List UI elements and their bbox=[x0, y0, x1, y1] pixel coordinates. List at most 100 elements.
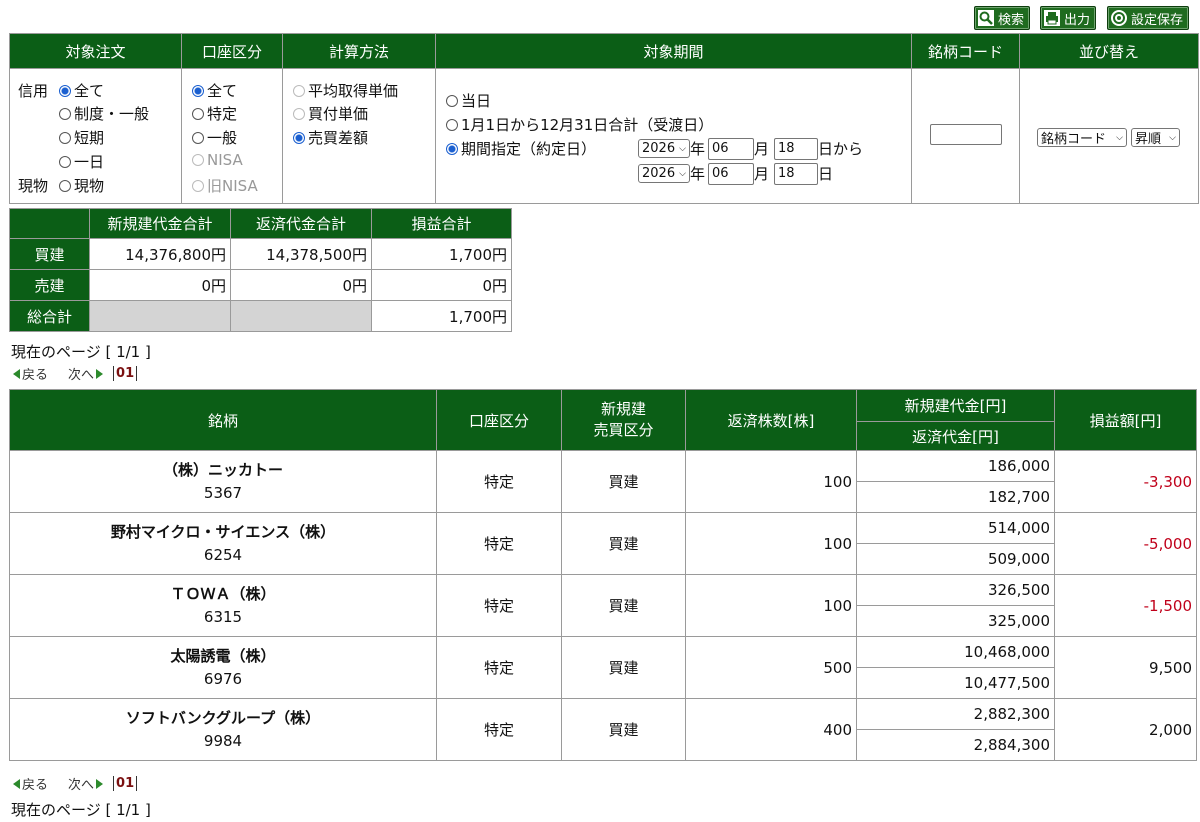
account-value: 特定 bbox=[436, 512, 562, 575]
target-spot-radio[interactable]: 現物 bbox=[59, 175, 104, 196]
pl-value: -3,300 bbox=[1054, 450, 1197, 513]
from-month-input[interactable]: 06 bbox=[708, 138, 754, 160]
summary-row-sell: 売建 0円 0円 0円 bbox=[9, 269, 512, 301]
sort-order-select[interactable]: 昇順 ⌵ bbox=[1131, 128, 1180, 147]
period-range-radio[interactable]: 期間指定（約定日） bbox=[446, 138, 596, 159]
save-settings-label: 設定保存 bbox=[1131, 12, 1184, 28]
account-tokutei-radio[interactable]: 特定 bbox=[192, 103, 237, 124]
stock-name[interactable]: 太陽誘電（株） bbox=[11, 645, 435, 668]
open-value: 514,000 bbox=[856, 512, 1055, 544]
from-year-select[interactable]: 2026 ⌵ bbox=[638, 139, 690, 158]
stock-code: 6254 bbox=[203, 545, 243, 564]
col-open: 新規建代金[円] bbox=[856, 389, 1055, 422]
chevron-down-icon: ⌵ bbox=[679, 143, 686, 154]
from-month-unit: 月 bbox=[754, 140, 770, 158]
calc-purchase-radio[interactable]: 買付単価 bbox=[293, 103, 368, 124]
summary-open-total: 14,376,800円 bbox=[89, 238, 231, 270]
pl-value: -1,500 bbox=[1054, 574, 1197, 637]
summary-pl-total: 1,700円 bbox=[371, 238, 512, 270]
target-all-radio[interactable]: 全て bbox=[59, 80, 104, 101]
to-year-unit: 年 bbox=[690, 165, 706, 183]
table-row: ＴＯＷＡ（株） 6315 特定 買建 100 326,500 -1,500 bbox=[9, 574, 1197, 637]
magnifier-icon bbox=[978, 10, 994, 26]
period-cell: 当日 1月1日から12月31日合計（受渡日） 期間指定（約定日） 2026 ⌵ 年… bbox=[435, 68, 912, 204]
sort-cell: 銘柄コード ⌵ 昇順 ⌵ bbox=[1019, 68, 1199, 204]
pl-value: 9,500 bbox=[1054, 636, 1197, 699]
stock-cell: ＴＯＷＡ（株） 6315 bbox=[9, 574, 437, 637]
code-input[interactable] bbox=[930, 124, 1002, 145]
close-value: 325,000 bbox=[856, 605, 1055, 637]
output-button[interactable]: 出力 bbox=[1040, 6, 1097, 30]
qty-value: 400 bbox=[685, 698, 857, 761]
account-nisa-radio[interactable]: NISA bbox=[192, 151, 243, 169]
stock-name[interactable]: （株）ニッカトー bbox=[11, 459, 435, 482]
chevron-down-icon: ⌵ bbox=[1169, 132, 1176, 143]
next-link[interactable]: 次へ bbox=[68, 774, 94, 793]
stock-code: 6315 bbox=[203, 607, 243, 626]
stock-code: 9984 bbox=[203, 731, 243, 750]
chevron-down-icon: ⌵ bbox=[1116, 132, 1123, 143]
summary-row-grand: 総合計 1,700円 bbox=[9, 300, 512, 332]
table-row: 太陽誘電（株） 6976 特定 買建 500 10,468,000 9,500 bbox=[9, 636, 1197, 699]
search-button[interactable]: 検索 bbox=[974, 6, 1031, 30]
target-seido-radio[interactable]: 制度・一般 bbox=[59, 103, 149, 124]
header-target-order: 対象注文 bbox=[9, 33, 182, 69]
open-value: 326,500 bbox=[856, 574, 1055, 606]
next-link[interactable]: 次へ bbox=[68, 364, 94, 383]
next-arrow-icon bbox=[96, 778, 107, 789]
summary-open-total: 0円 bbox=[89, 269, 231, 301]
account-value: 特定 bbox=[436, 698, 562, 761]
summary-row-label: 買建 bbox=[9, 238, 90, 270]
period-year-radio[interactable]: 1月1日から12月31日合計（受渡日） bbox=[446, 114, 713, 135]
col-side: 新規建 売買区分 bbox=[561, 389, 686, 451]
account-old-nisa-radio[interactable]: 旧NISA bbox=[192, 175, 258, 196]
from-year-unit: 年 bbox=[690, 140, 706, 158]
side-value: 買建 bbox=[561, 636, 686, 699]
summary-header-pl: 損益合計 bbox=[371, 208, 512, 239]
prev-arrow-icon bbox=[13, 368, 20, 379]
stock-code: 5367 bbox=[203, 483, 243, 502]
account-all-radio[interactable]: 全て bbox=[192, 80, 237, 101]
prev-link[interactable]: 戻る bbox=[22, 364, 48, 383]
to-month-input[interactable]: 06 bbox=[708, 163, 754, 185]
positions-table: 銘柄 口座区分 新規建 売買区分 返済株数[株] 新規建代金[円] 損益額[円]… bbox=[9, 389, 1197, 761]
stock-name[interactable]: ソフトバンクグループ（株） bbox=[11, 707, 435, 730]
sort-key-select[interactable]: 銘柄コード ⌵ bbox=[1037, 128, 1127, 147]
from-day-input[interactable]: 18 bbox=[774, 138, 818, 160]
account-ippan-radio[interactable]: 一般 bbox=[192, 127, 237, 148]
page-number-link[interactable]: 01 bbox=[113, 776, 138, 791]
prev-link[interactable]: 戻る bbox=[22, 774, 48, 793]
stock-cell: （株）ニッカトー 5367 bbox=[9, 450, 437, 513]
gear-icon bbox=[1111, 10, 1127, 26]
pl-value: -5,000 bbox=[1054, 512, 1197, 575]
header-calc: 計算方法 bbox=[282, 33, 436, 69]
to-year-select[interactable]: 2026 ⌵ bbox=[638, 164, 690, 183]
header-sort: 並び替え bbox=[1019, 33, 1199, 69]
stock-name[interactable]: ＴＯＷＡ（株） bbox=[11, 583, 435, 606]
target-day-radio[interactable]: 一日 bbox=[59, 151, 104, 172]
code-cell bbox=[911, 68, 1020, 204]
margin-label: 信用 bbox=[18, 82, 49, 100]
target-short-radio[interactable]: 短期 bbox=[59, 127, 104, 148]
summary-row-buy: 買建 14,376,800円 14,378,500円 1,700円 bbox=[9, 238, 512, 270]
col-close: 返済代金[円] bbox=[856, 421, 1055, 451]
close-value: 2,884,300 bbox=[856, 729, 1055, 761]
pager-bottom: 戻る 次へ 01 bbox=[13, 774, 138, 793]
stock-name[interactable]: 野村マイクロ・サイエンス（株） bbox=[11, 521, 435, 544]
calc-average-radio[interactable]: 平均取得単価 bbox=[293, 80, 398, 101]
save-settings-button[interactable]: 設定保存 bbox=[1107, 6, 1190, 30]
summary-pl-total: 1,700円 bbox=[371, 300, 512, 332]
calc-cell: 平均取得単価 買付単価 売買差額 bbox=[282, 68, 436, 204]
page-number-link[interactable]: 01 bbox=[113, 366, 138, 381]
search-button-label: 検索 bbox=[998, 12, 1025, 28]
summary-corner bbox=[9, 208, 90, 239]
header-period: 対象期間 bbox=[435, 33, 912, 69]
period-today-radio[interactable]: 当日 bbox=[446, 90, 491, 111]
open-value: 10,468,000 bbox=[856, 636, 1055, 668]
pager-top: 戻る 次へ 01 bbox=[13, 364, 138, 383]
to-day-input[interactable]: 18 bbox=[774, 163, 818, 185]
spot-label: 現物 bbox=[18, 177, 49, 195]
summary-close-total bbox=[230, 300, 372, 332]
summary-close-total: 14,378,500円 bbox=[230, 238, 372, 270]
calc-diff-radio[interactable]: 売買差額 bbox=[293, 127, 368, 148]
